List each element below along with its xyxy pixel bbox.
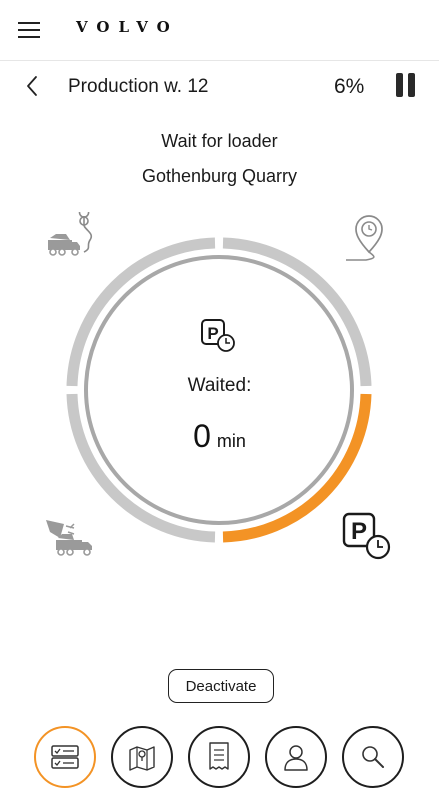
parking-clock-active-icon: P — [340, 510, 394, 569]
parking-clock-icon: P — [200, 318, 238, 354]
nav-map-button[interactable] — [111, 726, 173, 788]
deactivate-button[interactable]: Deactivate — [168, 669, 274, 703]
bottom-nav — [0, 726, 439, 790]
svg-text:P: P — [207, 324, 218, 343]
status-text: Wait for loader — [161, 131, 278, 151]
waited-number: 0 — [193, 418, 211, 454]
waited-label: Waited: — [187, 375, 252, 396]
hamburger-menu-icon[interactable] — [18, 18, 42, 40]
app-screen: VOLVO Production w. 12 6% Wait for loade… — [0, 0, 439, 800]
nav-profile-button[interactable] — [265, 726, 327, 788]
location-text: Gothenburg Quarry — [141, 166, 298, 186]
nav-receipt-button[interactable] — [188, 726, 250, 788]
production-title: Production w. 12 — [68, 76, 209, 97]
location-clock-pin-icon — [344, 212, 388, 269]
chevron-left-icon[interactable] — [22, 74, 44, 98]
receipt-icon — [209, 742, 229, 770]
unloading-truck-icon — [44, 512, 98, 565]
nav-checklist-button[interactable] — [34, 726, 96, 788]
user-icon — [284, 745, 308, 771]
brand-logo: VOLVO — [76, 18, 179, 36]
search-icon — [362, 746, 384, 768]
svg-text:P: P — [351, 518, 367, 545]
progress-percent: 6% — [334, 75, 365, 98]
loaded-truck-route-icon — [44, 207, 98, 265]
waited-unit: min — [216, 431, 246, 451]
top-bar: VOLVO — [0, 0, 439, 61]
pause-icon[interactable] — [395, 73, 417, 99]
production-header: Production w. 12 6% — [0, 60, 439, 112]
checklist-icon — [51, 745, 79, 769]
map-icon — [129, 746, 155, 771]
waited-value: 0 min — [0, 418, 439, 455]
nav-search-button[interactable] — [342, 726, 404, 788]
